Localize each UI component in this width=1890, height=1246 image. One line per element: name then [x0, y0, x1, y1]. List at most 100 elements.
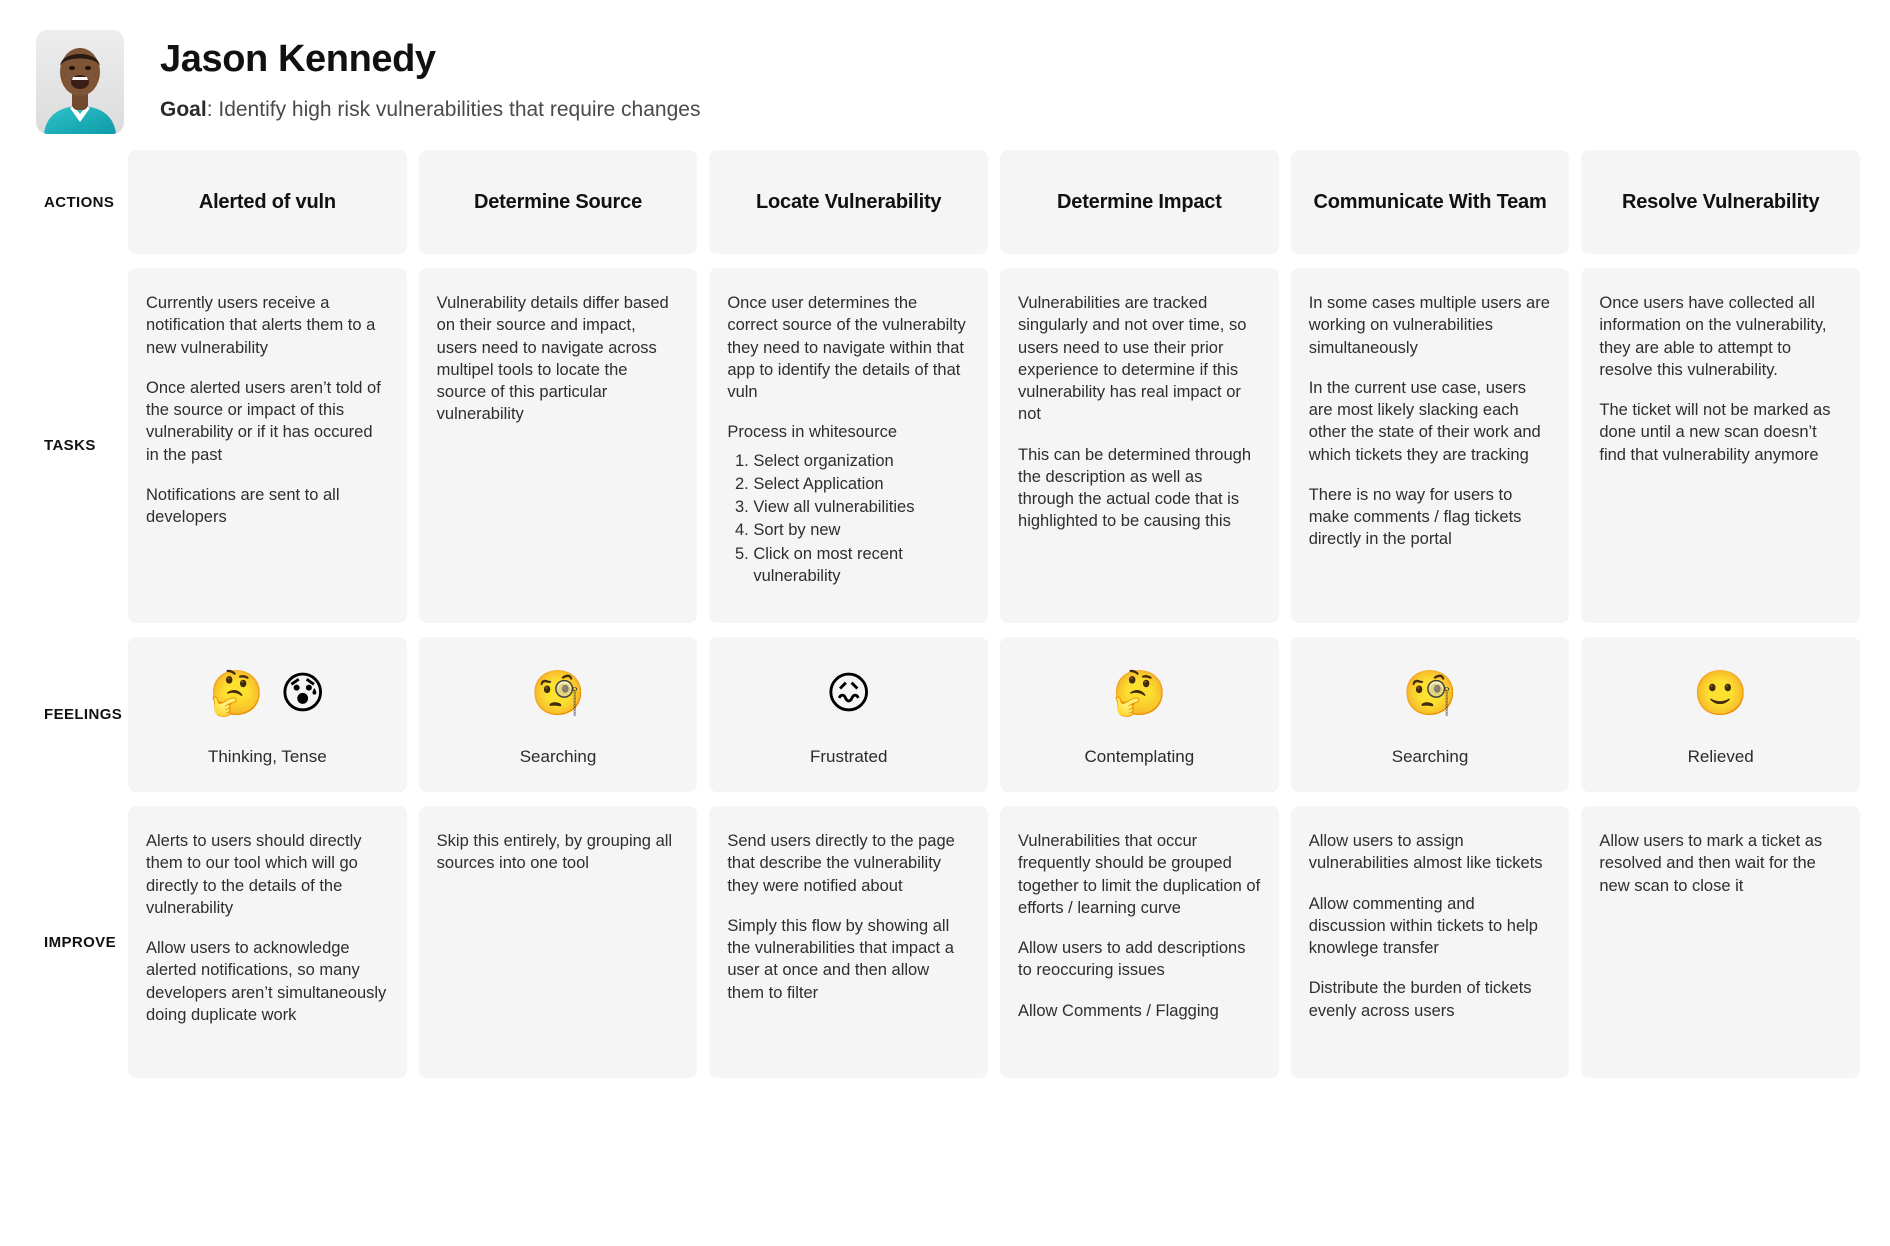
emoji-row: 🙂: [1693, 663, 1748, 725]
action-title: Alerted of vuln: [198, 191, 336, 213]
improve-paragraph: Allow commenting and discussion within t…: [1308, 894, 1538, 958]
persona-header: Jason Kennedy Goal: Identify high risk v…: [0, 0, 1890, 150]
persona-header-text: Jason Kennedy Goal: Identify high risk v…: [160, 30, 700, 123]
task-paragraph: In the current use case, users are most …: [1308, 378, 1541, 464]
improve-paragraph: Skip this entirely, by grouping all sour…: [436, 832, 673, 873]
action-cell[interactable]: Locate Vulnerability: [709, 150, 989, 254]
task-paragraph: Once user determines the correct source …: [727, 294, 966, 402]
feeling-cell[interactable]: 🧐 Searching: [418, 637, 698, 792]
task-paragraph: In some cases multiple users are working…: [1308, 294, 1550, 357]
emoji-row: 🤔 😰: [209, 663, 326, 725]
feeling-cell[interactable]: 🧐 Searching: [1290, 637, 1570, 792]
action-title: Determine Source: [474, 191, 642, 213]
list-item: View all vulnerabilities: [753, 496, 970, 518]
thinking-face-emoji: 🤔: [1111, 667, 1167, 719]
improve-cell[interactable]: Skip this entirely, by grouping all sour…: [418, 806, 698, 1078]
row-improve: IMPROVE Alerts to users should directly …: [0, 806, 1890, 1078]
page-title: Jason Kennedy: [160, 38, 436, 80]
improve-cell[interactable]: Allow users to mark a ticket as resolved…: [1581, 806, 1861, 1078]
row-tasks: TASKS Currently users receive a notifica…: [0, 268, 1890, 623]
avatar-photo: [36, 30, 124, 134]
improve-paragraph: Allow users to assign vulnerabilities al…: [1308, 832, 1543, 873]
task-cell[interactable]: Currently users receive a notification t…: [128, 268, 407, 623]
action-cell[interactable]: Communicate With Team: [1290, 150, 1570, 254]
emoji-row: 🧐: [531, 663, 586, 725]
task-cell[interactable]: Once users have collected all informatio…: [1581, 268, 1861, 623]
task-paragraph: Process in whitesource: [727, 423, 898, 442]
action-cell[interactable]: Determine Source: [418, 150, 698, 254]
improve-paragraph: Allow users to mark a ticket as resolved…: [1599, 832, 1823, 895]
feeling-cell[interactable]: 🙂 Relieved: [1581, 637, 1861, 792]
improve-cells: Alerts to users should directly them to …: [128, 806, 1890, 1078]
action-cell[interactable]: Alerted of vuln: [128, 150, 407, 254]
journey-grid: ACTIONS Alerted of vuln Determine Source…: [0, 150, 1890, 1078]
task-paragraph: Vulnerability details differ based on th…: [436, 294, 669, 424]
improve-cell[interactable]: Vulnerabilities that occur frequently sh…: [1000, 806, 1279, 1078]
improve-paragraph: Send users directly to the page that des…: [727, 832, 955, 895]
improve-paragraph: Allow Comments / Flagging: [1018, 1001, 1219, 1020]
improve-paragraph: Vulnerabilities that occur frequently sh…: [1018, 832, 1261, 917]
action-title: Communicate With Team: [1313, 191, 1547, 213]
improve-paragraph: Allow users to add descriptions to reocc…: [1018, 939, 1246, 980]
journey-map-page: Jason Kennedy Goal: Identify high risk v…: [0, 0, 1890, 1246]
persona-goal: Goal: Identify high risk vulnerabilities…: [160, 96, 700, 123]
feeling-label: Searching: [519, 746, 597, 766]
task-cell[interactable]: Vulnerability details differ based on th…: [418, 268, 698, 623]
emoji-row: 🧐: [1403, 663, 1458, 725]
action-title: Determine Impact: [1057, 191, 1222, 213]
task-paragraph: Vulnerabilities are tracked singularly a…: [1018, 294, 1247, 424]
task-paragraph: Notifications are sent to all developers: [146, 485, 340, 527]
task-paragraph: The ticket will not be marked as done un…: [1599, 401, 1831, 464]
feelings-cells: 🤔 😰 Thinking, Tense 🧐 Searching 😖 Frustr…: [128, 637, 1890, 792]
feeling-label: Thinking, Tense: [207, 746, 327, 766]
task-cell[interactable]: In some cases multiple users are working…: [1290, 268, 1570, 623]
task-paragraph: Once users have collected all informatio…: [1599, 294, 1827, 379]
row-feelings: FEELINGS 🤔 😰 Thinking, Tense 🧐 Searching: [0, 637, 1890, 792]
goal-text: : Identify high risk vulnerabilities tha…: [206, 97, 701, 121]
improve-cell[interactable]: Send users directly to the page that des…: [709, 806, 989, 1078]
feeling-cell[interactable]: 🤔 😰 Thinking, Tense: [128, 637, 407, 792]
task-paragraph: There is no way for users to make commen…: [1308, 485, 1522, 549]
list-item: Click on most recent vulnerability: [753, 543, 970, 588]
confounded-face-emoji: 😖: [825, 667, 872, 719]
anxious-face-with-sweat-emoji: 😰: [279, 667, 326, 719]
thinking-face-emoji: 🤔: [209, 667, 264, 719]
task-paragraph: This can be determined through the descr…: [1018, 445, 1251, 531]
task-cell[interactable]: Once user determines the correct source …: [709, 268, 989, 623]
slightly-smiling-face-emoji: 🙂: [1693, 667, 1749, 719]
action-cell[interactable]: Resolve Vulnerability: [1581, 150, 1861, 254]
improve-paragraph: Distribute the burden of tickets evenly …: [1308, 979, 1532, 1020]
feeling-label: Searching: [1391, 746, 1469, 766]
task-cell[interactable]: Vulnerabilities are tracked singularly a…: [1000, 268, 1279, 623]
actions-cells: Alerted of vuln Determine Source Locate …: [128, 150, 1890, 254]
feeling-label: Frustrated: [809, 746, 888, 766]
row-label-actions: ACTIONS: [44, 193, 115, 211]
action-cell[interactable]: Determine Impact: [1000, 150, 1279, 254]
list-item: Sort by new: [753, 519, 970, 541]
improve-paragraph: Alerts to users should directly them to …: [146, 832, 362, 917]
task-paragraph: Currently users receive a notification t…: [146, 294, 376, 357]
feeling-cell[interactable]: 😖 Frustrated: [709, 637, 989, 792]
improve-cell[interactable]: Allow users to assign vulnerabilities al…: [1290, 806, 1570, 1078]
task-ordered-list: Select organization Select Application V…: [731, 450, 970, 588]
avatar: [36, 30, 124, 134]
row-actions: ACTIONS Alerted of vuln Determine Source…: [0, 150, 1890, 254]
feeling-cell[interactable]: 🤔 Contemplating: [1000, 637, 1279, 792]
row-label-improve: IMPROVE: [44, 933, 116, 951]
emoji-row: 😖: [826, 663, 872, 725]
task-paragraph: Once alerted users aren’t told of the so…: [146, 378, 381, 464]
feeling-label: Contemplating: [1084, 746, 1195, 766]
list-item: Select organization: [753, 450, 970, 472]
row-label-feelings: FEELINGS: [44, 706, 123, 723]
emoji-row: 🤔: [1112, 663, 1167, 725]
improve-cell[interactable]: Alerts to users should directly them to …: [128, 806, 407, 1078]
feeling-label: Relieved: [1687, 746, 1754, 766]
improve-paragraph: Simply this flow by showing all the vuln…: [727, 916, 954, 1002]
action-title: Resolve Vulnerability: [1622, 191, 1820, 213]
tasks-cells: Currently users receive a notification t…: [128, 268, 1890, 623]
face-with-monocle-emoji: 🧐: [1402, 667, 1458, 719]
action-title: Locate Vulnerability: [756, 191, 942, 213]
row-label-tasks: TASKS: [44, 437, 96, 454]
face-with-monocle-emoji: 🧐: [530, 667, 586, 719]
list-item: Select Application: [753, 473, 970, 495]
